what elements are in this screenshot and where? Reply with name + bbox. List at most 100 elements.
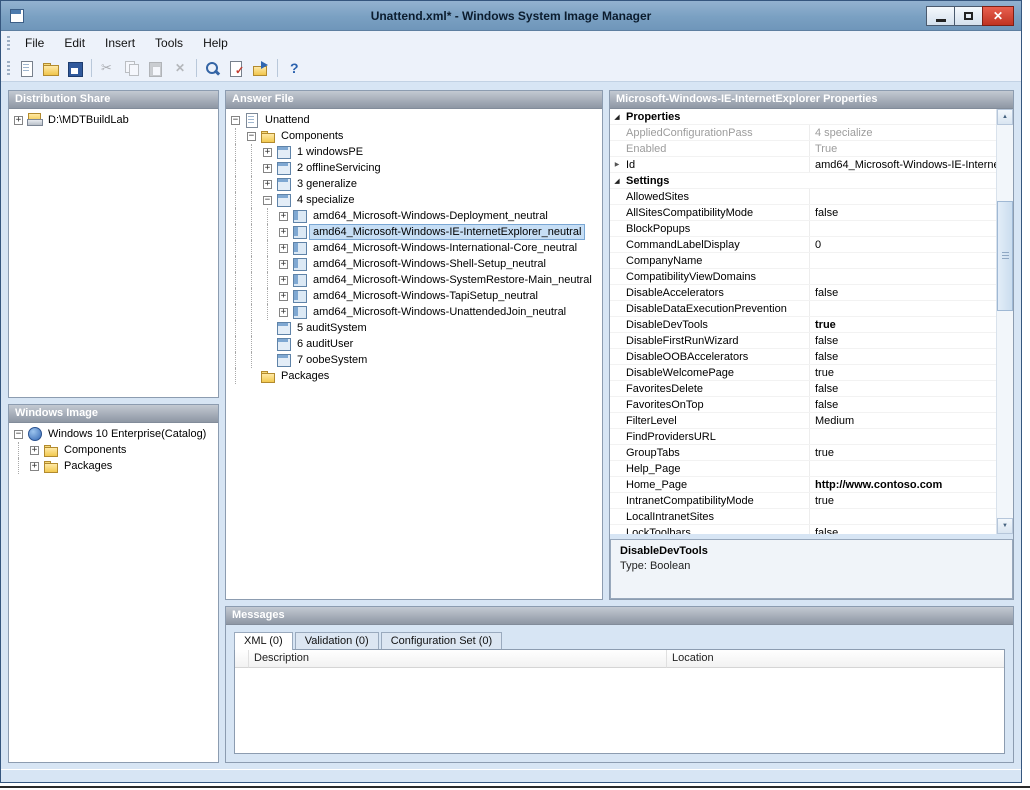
property-value[interactable]: 4 specialize — [810, 125, 996, 140]
property-group-row[interactable]: ◢Settings — [610, 173, 996, 189]
menu-help[interactable]: Help — [193, 33, 238, 53]
property-value[interactable]: false — [810, 349, 996, 364]
property-value[interactable]: false — [810, 333, 996, 348]
property-row[interactable]: Home_Pagehttp://www.contoso.com — [610, 477, 996, 493]
property-row[interactable]: AppliedConfigurationPass4 specialize — [610, 125, 996, 141]
property-value[interactable] — [810, 509, 996, 524]
property-row[interactable]: DisableDataExecutionPrevention — [610, 301, 996, 317]
property-row[interactable]: FavoritesDeletefalse — [610, 381, 996, 397]
property-row[interactable]: FavoritesOnTopfalse — [610, 397, 996, 413]
menu-file[interactable]: File — [15, 33, 54, 53]
tree-node[interactable]: +2 offlineServicing — [228, 160, 600, 176]
property-row[interactable]: LocalIntranetSites — [610, 509, 996, 525]
titlebar[interactable]: Unattend.xml* - Windows System Image Man… — [1, 1, 1021, 31]
tree-node[interactable]: −4 specialize — [228, 192, 600, 208]
property-value[interactable]: false — [810, 285, 996, 300]
tree-node[interactable]: +amd64_Microsoft-Windows-IE-InternetExpl… — [228, 224, 600, 240]
property-row[interactable]: DisableOOBAcceleratorsfalse — [610, 349, 996, 365]
collapse-toggle-icon[interactable]: − — [247, 132, 256, 141]
menu-tools[interactable]: Tools — [145, 33, 193, 53]
expand-toggle-icon[interactable]: + — [279, 228, 288, 237]
messages-blank-column-header[interactable] — [235, 650, 249, 668]
property-value[interactable] — [810, 253, 996, 268]
property-row[interactable]: CompanyName — [610, 253, 996, 269]
property-row[interactable]: GroupTabstrue — [610, 445, 996, 461]
property-value[interactable]: false — [810, 525, 996, 534]
scroll-up-arrow-icon[interactable]: ▲ — [997, 109, 1013, 125]
tree-node[interactable]: +Components — [11, 442, 216, 458]
find-button[interactable] — [201, 57, 224, 80]
property-value[interactable]: 0 — [810, 237, 996, 252]
property-value[interactable] — [810, 301, 996, 316]
expand-toggle-icon[interactable]: + — [263, 164, 272, 173]
expand-toggle-icon[interactable]: + — [279, 276, 288, 285]
validate-button[interactable] — [225, 57, 248, 80]
collapse-toggle-icon[interactable]: − — [263, 196, 272, 205]
delete-button[interactable] — [168, 57, 191, 80]
scrollbar-thumb[interactable] — [997, 201, 1013, 311]
property-row[interactable]: EnabledTrue — [610, 141, 996, 157]
tree-node[interactable]: −Windows 10 Enterprise(Catalog) — [11, 426, 216, 442]
new-file-button[interactable] — [15, 57, 38, 80]
tree-node[interactable]: 6 auditUser — [228, 336, 600, 352]
property-value[interactable]: true — [810, 365, 996, 380]
group-collapse-icon[interactable]: ◢ — [610, 173, 624, 188]
tab-configuration-set[interactable]: Configuration Set (0) — [381, 632, 503, 649]
property-value[interactable] — [810, 269, 996, 284]
close-button[interactable]: ✕ — [982, 6, 1014, 26]
property-row[interactable]: LockToolbarsfalse — [610, 525, 996, 534]
tree-node[interactable]: −Unattend — [228, 112, 600, 128]
property-row[interactable]: DisableFirstRunWizardfalse — [610, 333, 996, 349]
property-value[interactable] — [810, 109, 996, 124]
property-value[interactable]: true — [810, 445, 996, 460]
property-value[interactable]: false — [810, 397, 996, 412]
tree-node[interactable]: −Components — [228, 128, 600, 144]
collapse-toggle-icon[interactable]: − — [231, 116, 240, 125]
menu-edit[interactable]: Edit — [54, 33, 95, 53]
expand-toggle-icon[interactable]: + — [279, 212, 288, 221]
row-indicator-icon[interactable]: ▶ — [610, 157, 624, 172]
property-row[interactable]: IntranetCompatibilityModetrue — [610, 493, 996, 509]
tab-xml[interactable]: XML (0) — [234, 632, 293, 650]
tree-node[interactable]: +amd64_Microsoft-Windows-Shell-Setup_neu… — [228, 256, 600, 272]
property-value[interactable] — [810, 429, 996, 444]
cut-button[interactable] — [96, 57, 119, 80]
property-value[interactable]: True — [810, 141, 996, 156]
tree-node[interactable]: +Packages — [11, 458, 216, 474]
property-value[interactable] — [810, 221, 996, 236]
expand-toggle-icon[interactable]: + — [279, 260, 288, 269]
property-value[interactable]: true — [810, 493, 996, 508]
tree-node[interactable]: +amd64_Microsoft-Windows-Deployment_neut… — [228, 208, 600, 224]
help-button[interactable] — [282, 57, 305, 80]
tree-node[interactable]: +amd64_Microsoft-Windows-UnattendedJoin_… — [228, 304, 600, 320]
property-row[interactable]: DisableAcceleratorsfalse — [610, 285, 996, 301]
menu-insert[interactable]: Insert — [95, 33, 145, 53]
tree-node[interactable]: Packages — [228, 368, 600, 384]
property-value[interactable] — [810, 173, 996, 188]
property-value[interactable]: amd64_Microsoft-Windows-IE-InternetEx — [810, 157, 996, 172]
property-group-row[interactable]: ◢Properties — [610, 109, 996, 125]
open-file-button[interactable] — [39, 57, 62, 80]
properties-scrollbar[interactable]: ▲ ▼ — [996, 109, 1013, 534]
property-row[interactable]: FindProvidersURL — [610, 429, 996, 445]
expand-toggle-icon[interactable]: + — [279, 292, 288, 301]
tree-node[interactable]: 5 auditSystem — [228, 320, 600, 336]
property-value[interactable]: false — [810, 381, 996, 396]
expand-toggle-icon[interactable]: + — [30, 446, 39, 455]
tree-node[interactable]: +amd64_Microsoft-Windows-International-C… — [228, 240, 600, 256]
scroll-down-arrow-icon[interactable]: ▼ — [997, 518, 1013, 534]
messages-location-column-header[interactable]: Location — [667, 650, 1004, 668]
property-value[interactable]: Medium — [810, 413, 996, 428]
property-value[interactable] — [810, 189, 996, 204]
messages-description-column-header[interactable]: Description — [249, 650, 667, 668]
property-row[interactable]: ▶Idamd64_Microsoft-Windows-IE-InternetEx — [610, 157, 996, 173]
property-row[interactable]: FilterLevelMedium — [610, 413, 996, 429]
messages-list-body[interactable] — [235, 668, 1004, 753]
property-value[interactable]: true — [810, 317, 996, 332]
tree-node[interactable]: +1 windowsPE — [228, 144, 600, 160]
create-config-set-button[interactable] — [249, 57, 272, 80]
tree-node[interactable]: +amd64_Microsoft-Windows-TapiSetup_neutr… — [228, 288, 600, 304]
tab-validation[interactable]: Validation (0) — [295, 632, 379, 649]
save-button[interactable] — [63, 57, 86, 80]
paste-button[interactable] — [144, 57, 167, 80]
